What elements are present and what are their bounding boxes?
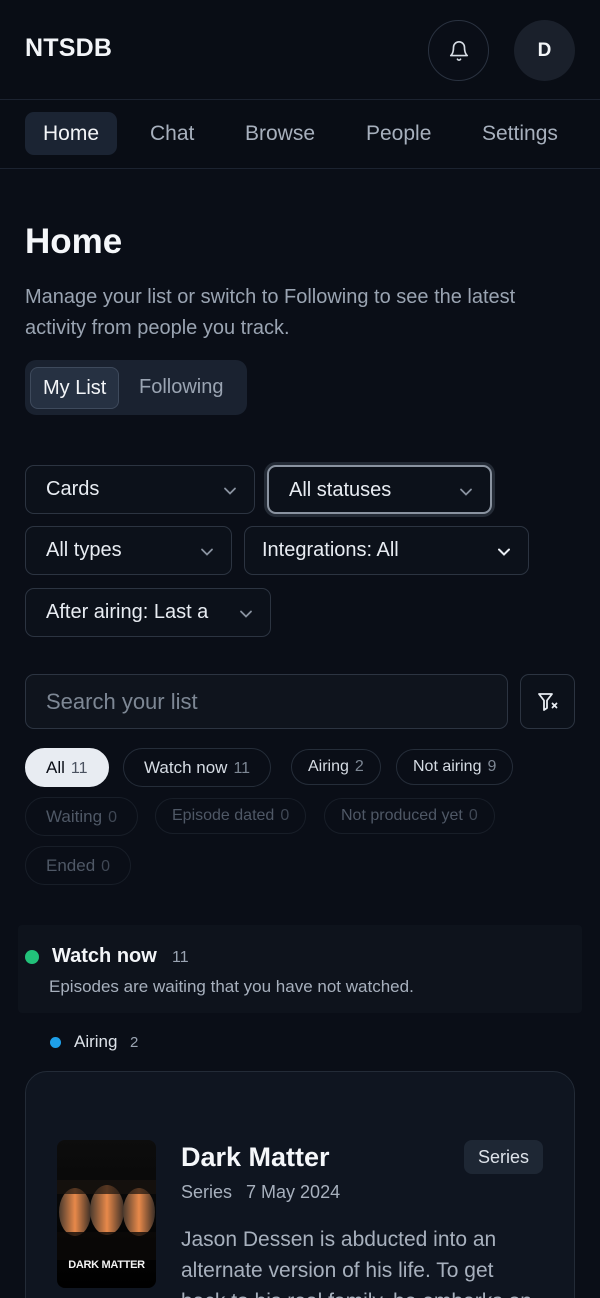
chevron-down-icon — [460, 488, 472, 496]
after-airing-select-value: After airing: Last a — [46, 601, 209, 623]
card-title[interactable]: Dark Matter — [181, 1142, 330, 1173]
avatar[interactable]: D — [514, 20, 575, 81]
chip-all[interactable]: All 11 — [25, 748, 109, 787]
poster-image[interactable]: DARK MATTER — [57, 1140, 156, 1288]
view-select[interactable]: Cards — [25, 465, 255, 514]
chip-label: Waiting — [46, 807, 103, 826]
status-select-value: All statuses — [289, 479, 392, 501]
chip-count: 9 — [487, 758, 497, 775]
top-bar: NTSDB D — [0, 0, 600, 100]
group-title: Watch now — [52, 945, 157, 967]
view-select-value: Cards — [46, 478, 100, 500]
following-tab[interactable]: Following — [127, 367, 235, 409]
brand-logo[interactable]: NTSDB — [25, 34, 112, 63]
type-badge: Series — [464, 1140, 544, 1174]
status-dot — [50, 1037, 61, 1048]
integrations-select[interactable]: Integrations: All — [244, 526, 529, 575]
group-watch-now: Watch now 11 Episodes are waiting that y… — [18, 925, 582, 1013]
nav-chat[interactable]: Chat — [132, 112, 212, 155]
type-select-value: All types — [46, 539, 122, 561]
search-input[interactable] — [25, 674, 508, 729]
chip-count: 0 — [468, 807, 478, 824]
chip-not-airing[interactable]: Not airing 9 — [396, 749, 514, 785]
clear-filters-button[interactable] — [520, 674, 575, 729]
main-nav: Home Chat Browse People Settings — [0, 100, 600, 169]
chip-watch-now[interactable]: Watch now 11 — [123, 748, 272, 787]
type-select[interactable]: All types — [25, 526, 232, 575]
bell-icon — [449, 40, 468, 61]
chip-label: Airing — [308, 758, 349, 775]
chip-not-produced-yet[interactable]: Not produced yet 0 — [324, 798, 495, 834]
chip-episode-dated[interactable]: Episode dated 0 — [155, 798, 307, 834]
chevron-down-icon — [240, 610, 252, 618]
chevron-down-icon — [201, 548, 213, 556]
nav-browse[interactable]: Browse — [227, 112, 333, 155]
chip-waiting[interactable]: Waiting 0 — [25, 797, 138, 836]
status-dot — [25, 950, 39, 964]
after-airing-select[interactable]: After airing: Last a — [25, 588, 271, 637]
status-select[interactable]: All statuses — [267, 465, 492, 514]
nav-home[interactable]: Home — [25, 112, 118, 155]
chip-label: Not produced yet — [341, 807, 463, 824]
subgroup-title: Airing — [74, 1032, 118, 1051]
chip-count: 0 — [108, 809, 117, 826]
notifications-button[interactable] — [428, 20, 489, 81]
chip-airing[interactable]: Airing 2 — [291, 749, 381, 785]
chevron-down-icon — [224, 487, 236, 495]
chip-count: 11 — [70, 760, 88, 777]
chip-label: Not airing — [413, 758, 482, 775]
nav-settings[interactable]: Settings — [464, 112, 576, 155]
poster-title-text: DARK MATTER — [68, 1259, 145, 1271]
integrations-select-value: Integrations: All — [262, 539, 399, 561]
chip-count: 0 — [101, 858, 111, 875]
chip-count: 11 — [233, 760, 251, 777]
page-title: Home — [25, 222, 123, 261]
subgroup-count: 2 — [130, 1034, 139, 1051]
card-date: 7 May 2024 — [246, 1182, 341, 1202]
group-count: 11 — [172, 949, 189, 966]
chip-label: Ended — [46, 856, 96, 875]
nav-people[interactable]: People — [348, 112, 449, 155]
list-mode-toggle: My List Following — [25, 360, 247, 415]
chip-ended[interactable]: Ended 0 — [25, 846, 132, 885]
card-description: Jason Dessen is abducted into an alterna… — [181, 1228, 532, 1298]
chip-count: 2 — [354, 758, 364, 775]
chip-label: All — [46, 758, 65, 777]
filter-clear-icon — [537, 692, 557, 711]
chevron-down-icon — [498, 548, 510, 556]
chip-count: 0 — [280, 807, 290, 824]
page-description: Manage your list or switch to Following … — [25, 286, 516, 339]
card-meta: Series 7 May 2024 — [181, 1182, 354, 1203]
card-type: Series — [181, 1182, 233, 1202]
chip-label: Episode dated — [172, 807, 275, 824]
show-card[interactable]: DARK MATTER Dark Matter Series Series 7 M… — [25, 1071, 575, 1298]
my-list-tab[interactable]: My List — [30, 367, 120, 409]
chip-label: Watch now — [144, 758, 228, 777]
group-description: Episodes are waiting that you have not w… — [49, 977, 414, 996]
